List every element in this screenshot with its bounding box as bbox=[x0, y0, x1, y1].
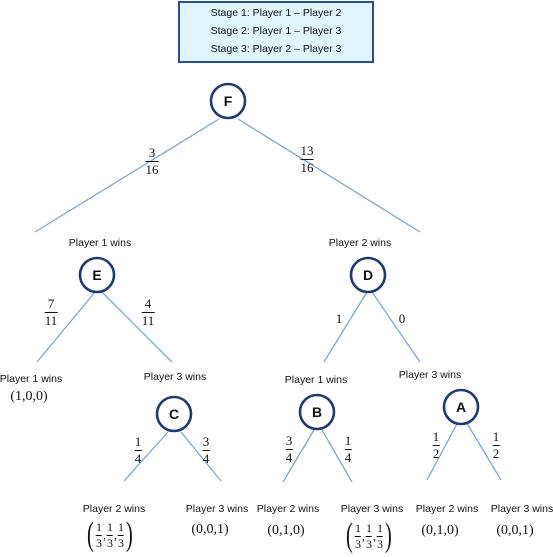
edge-c-left bbox=[123, 431, 169, 482]
payoff-frac-2: 13 bbox=[366, 522, 372, 550]
prob-c-right: 34 bbox=[202, 434, 210, 466]
edge-f-d bbox=[237, 118, 421, 233]
leaf-a-left-label: Player 2 wins bbox=[415, 503, 479, 515]
node-f: F bbox=[209, 82, 247, 120]
node-c-letter: C bbox=[169, 406, 179, 422]
prob-den: 2 bbox=[492, 445, 500, 461]
prob-d-a: 0 bbox=[398, 311, 406, 326]
prob-num: 7 bbox=[47, 296, 55, 311]
node-f-letter: F bbox=[224, 93, 233, 109]
payoff-frac-1: 13 bbox=[96, 521, 102, 549]
prob-num: 1 bbox=[492, 429, 500, 444]
prob-den: 11 bbox=[44, 312, 58, 328]
node-c: C bbox=[155, 395, 193, 433]
frac-num: 1 bbox=[107, 519, 113, 534]
prob-den: 4 bbox=[202, 450, 210, 466]
frac-den: 3 bbox=[355, 536, 361, 551]
prob-num: 1 bbox=[344, 433, 352, 448]
prob-f-e: 3 16 bbox=[145, 145, 159, 177]
frac-num: 1 bbox=[118, 519, 124, 534]
frac-den: 3 bbox=[118, 535, 124, 550]
prob-den: 4 bbox=[285, 449, 293, 465]
edge-d-b bbox=[323, 291, 368, 363]
node-b-label: Player 1 wins bbox=[284, 374, 348, 386]
frac-num: 1 bbox=[366, 520, 372, 535]
prob-b-left: 34 bbox=[285, 433, 293, 465]
node-e: E bbox=[78, 256, 116, 294]
prob-num: 1 bbox=[134, 434, 142, 449]
payoff-frac-3: 13 bbox=[377, 522, 383, 550]
payoff-frac-1: 13 bbox=[355, 522, 361, 550]
node-a-label: Player 3 wins bbox=[398, 369, 462, 381]
paren-open: ( bbox=[86, 516, 94, 553]
prob-den: 16 bbox=[300, 159, 314, 175]
payoff-a-left: (0,1,0) bbox=[421, 523, 459, 538]
node-d-letter: D bbox=[363, 267, 373, 283]
node-b-letter: B bbox=[312, 404, 322, 420]
edge-f-e bbox=[34, 118, 220, 233]
leaf-e-label: Player 1 wins bbox=[0, 373, 63, 385]
leaf-a-right-label: Player 3 wins bbox=[490, 503, 553, 515]
edge-e-c bbox=[101, 291, 173, 363]
node-d: D bbox=[349, 256, 387, 294]
frac-den: 3 bbox=[107, 535, 113, 550]
prob-num: 3 bbox=[148, 145, 156, 160]
node-d-label: Player 2 wins bbox=[328, 237, 392, 249]
prob-f-d: 13 16 bbox=[300, 143, 314, 175]
leaf-b-left-label: Player 2 wins bbox=[256, 503, 320, 515]
prob-num: 13 bbox=[300, 143, 314, 158]
node-a: A bbox=[442, 388, 480, 426]
prob-b-right: 14 bbox=[344, 433, 352, 465]
paren-open: ( bbox=[345, 517, 353, 554]
frac-den: 3 bbox=[366, 536, 372, 551]
leaf-c-right-label: Player 3 wins bbox=[185, 503, 249, 515]
prob-den: 11 bbox=[141, 312, 155, 328]
leaf-c-left-label: Player 2 wins bbox=[82, 503, 146, 515]
prob-a-left: 12 bbox=[432, 429, 440, 461]
edge-d-a bbox=[371, 291, 421, 363]
payoff-c-left: ( 13, 13, 13 ) bbox=[86, 516, 134, 553]
prob-num: 3 bbox=[285, 433, 293, 448]
node-b: B bbox=[298, 393, 336, 431]
payoff-b-right: ( 13, 13, 13 ) bbox=[345, 517, 393, 554]
game-tree: F E D C B A bbox=[34, 82, 502, 483]
prob-e-leaf: 7 11 bbox=[44, 296, 58, 328]
node-c-label: Player 3 wins bbox=[143, 371, 207, 383]
payoff-a-right: (0,0,1) bbox=[496, 523, 534, 538]
frac-num: 1 bbox=[355, 520, 361, 535]
frac-num: 1 bbox=[96, 519, 102, 534]
prob-d-b: 1 bbox=[335, 311, 343, 326]
frac-num: 1 bbox=[377, 520, 383, 535]
edge-c-right bbox=[180, 431, 222, 482]
prob-c-left: 14 bbox=[134, 434, 142, 466]
prob-den: 16 bbox=[145, 161, 159, 177]
prob-den: 4 bbox=[134, 450, 142, 466]
prob-a-right: 12 bbox=[492, 429, 500, 461]
payoff-b-left: (0,1,0) bbox=[267, 523, 305, 538]
paren-close: ) bbox=[126, 516, 134, 553]
leaf-b-right-label: Player 3 wins bbox=[340, 503, 404, 515]
frac-den: 3 bbox=[377, 536, 383, 551]
paren-close: ) bbox=[385, 517, 393, 554]
prob-num: 1 bbox=[432, 429, 440, 444]
prob-num: 3 bbox=[202, 434, 210, 449]
node-e-label: Player 1 wins bbox=[68, 237, 132, 249]
payoff-c-right: (0,0,1) bbox=[191, 522, 229, 537]
payoff-frac-2: 13 bbox=[107, 521, 113, 549]
payoff-e-leaf: (1,0,0) bbox=[10, 389, 48, 404]
node-a-letter: A bbox=[456, 399, 466, 415]
node-e-letter: E bbox=[92, 267, 101, 283]
prob-den: 2 bbox=[432, 445, 440, 461]
frac-den: 3 bbox=[96, 535, 102, 550]
prob-num: 4 bbox=[144, 296, 152, 311]
prob-e-c: 4 11 bbox=[141, 296, 155, 328]
prob-den: 4 bbox=[344, 449, 352, 465]
payoff-frac-3: 13 bbox=[118, 521, 124, 549]
